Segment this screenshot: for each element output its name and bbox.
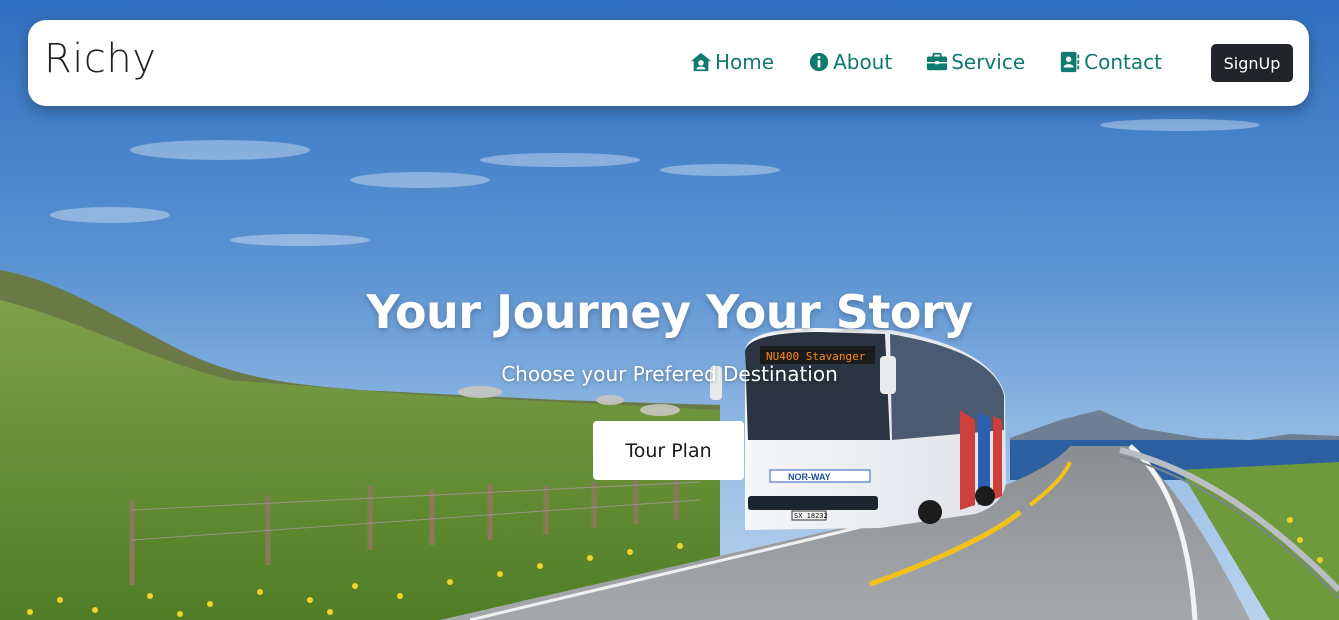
bus-plate-text: SX 18232 bbox=[794, 512, 828, 520]
hero-subtitle: Choose your Prefered Destination bbox=[501, 362, 838, 386]
nav-item-label: Service bbox=[951, 50, 1026, 74]
home-icon bbox=[690, 52, 712, 72]
nav-item-label: Home bbox=[715, 50, 775, 74]
hero-title: Your Journey Your Story bbox=[366, 285, 973, 339]
nav-item-service[interactable]: Service bbox=[926, 48, 1025, 76]
brand-logo[interactable]: Richy bbox=[44, 34, 156, 84]
info-icon bbox=[809, 52, 829, 72]
tour-plan-button[interactable]: Tour Plan bbox=[593, 421, 744, 480]
contact-book-icon bbox=[1060, 51, 1080, 73]
bus-brand-text: NOR-WAY bbox=[788, 472, 831, 482]
nav-item-home[interactable]: Home bbox=[690, 48, 774, 76]
signup-button[interactable]: SignUp bbox=[1211, 44, 1293, 82]
nav-links: Home About Service Contact bbox=[690, 46, 1196, 78]
nav-item-label: About bbox=[833, 50, 893, 74]
briefcase-icon bbox=[927, 52, 948, 71]
navbar: Richy Home About Service Contact SignUp bbox=[28, 20, 1309, 106]
nav-item-about[interactable]: About bbox=[808, 48, 892, 76]
nav-item-contact[interactable]: Contact bbox=[1059, 48, 1162, 76]
nav-item-label: Contact bbox=[1084, 50, 1162, 74]
